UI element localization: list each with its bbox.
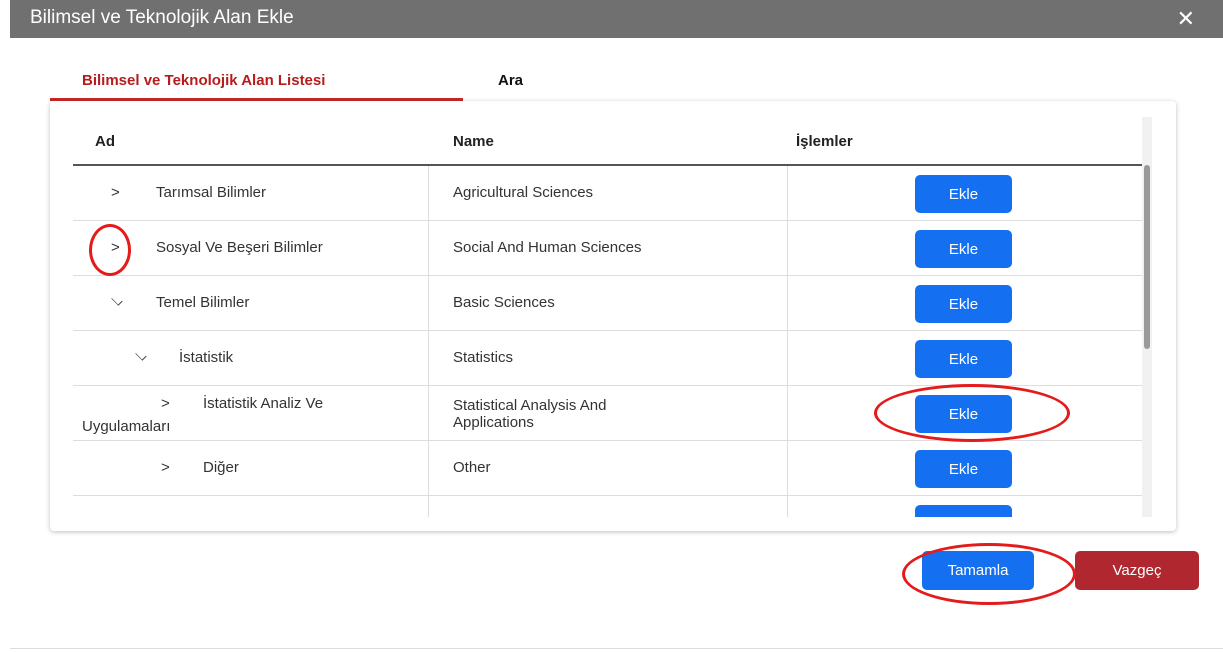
dialog-title: Bilimsel ve Teknolojik Alan Ekle	[30, 7, 294, 28]
vertical-scrollbar[interactable]	[1142, 117, 1152, 517]
complete-button[interactable]: Tamamla	[922, 551, 1034, 590]
cell-name: Statistical Analysis And Applications	[429, 386, 788, 440]
cell-name: Social And Human Sciences	[429, 221, 788, 275]
row-ad-text-continued: Uygulamaları	[82, 418, 171, 435]
field-table: Ad Name İşlemler > Tarımsal Bilimler Agr…	[73, 119, 1143, 517]
row-ad-text: İstatistik	[179, 349, 234, 366]
dialog-titlebar: Bilimsel ve Teknolojik Alan Ekle ✕	[10, 0, 1223, 38]
cancel-button[interactable]: Vazgeç	[1075, 551, 1199, 590]
chevron-right-icon[interactable]: >	[111, 239, 120, 256]
row-name-text: Social And Human Sciences	[453, 239, 642, 256]
scrollbar-thumb[interactable]	[1144, 165, 1150, 349]
cell-actions	[788, 496, 1143, 517]
table-row: > Tarımsal Bilimler Agricultural Science…	[73, 166, 1143, 221]
row-name-text: Statistics	[453, 349, 514, 366]
cell-actions: Ekle	[788, 276, 1143, 330]
tab-bar: Bilimsel ve Teknolojik Alan Listesi Ara	[50, 64, 1176, 102]
column-header-name: Name	[453, 133, 494, 150]
row-name-text: Agricultural Sciences	[453, 184, 594, 201]
cell-name: Agricultural Sciences	[429, 166, 788, 220]
bottom-divider	[10, 648, 1223, 649]
add-button[interactable]: Ekle	[915, 230, 1012, 268]
table-row	[73, 496, 1143, 517]
cell-actions: Ekle	[788, 441, 1143, 495]
table-row: > Diğer Other Ekle	[73, 441, 1143, 496]
column-header-ad: Ad	[95, 133, 115, 150]
table-row: İstatistik Statistics Ekle	[73, 331, 1143, 386]
column-header-islemler: İşlemler	[796, 133, 853, 150]
cell-ad: > Diğer	[73, 441, 429, 495]
cell-ad	[73, 496, 429, 517]
chevron-down-icon[interactable]	[135, 349, 147, 361]
tab-field-list[interactable]: Bilimsel ve Teknolojik Alan Listesi	[82, 72, 325, 89]
chevron-right-icon[interactable]: >	[161, 395, 170, 412]
row-name-text: Other	[453, 459, 491, 476]
cell-ad: İstatistik	[73, 331, 429, 385]
cell-ad: > Tarımsal Bilimler	[73, 166, 429, 220]
chevron-down-icon[interactable]	[111, 294, 123, 306]
add-button[interactable]: Ekle	[915, 285, 1012, 323]
cell-actions: Ekle	[788, 386, 1143, 440]
cell-actions: Ekle	[788, 221, 1143, 275]
add-button[interactable]: Ekle	[915, 450, 1012, 488]
table-header: Ad Name İşlemler	[73, 119, 1143, 166]
cell-ad: Temel Bilimler	[73, 276, 429, 330]
cell-ad: > İstatistik Analiz Ve Uygulamaları	[73, 386, 429, 440]
table-row: > İstatistik Analiz Ve Uygulamaları Stat…	[73, 386, 1143, 441]
row-name-text: Statistical Analysis And	[453, 397, 607, 414]
field-list-panel: Ad Name İşlemler > Tarımsal Bilimler Agr…	[50, 101, 1176, 531]
cell-name: Statistics	[429, 331, 788, 385]
chevron-right-icon[interactable]: >	[161, 459, 170, 476]
row-ad-text: İstatistik Analiz Ve	[203, 395, 324, 412]
add-button-partial[interactable]	[915, 505, 1012, 517]
add-button[interactable]: Ekle	[915, 395, 1012, 433]
chevron-right-icon[interactable]: >	[111, 184, 120, 201]
close-icon[interactable]: ✕	[1177, 6, 1195, 32]
row-ad-text: Diğer	[203, 459, 239, 476]
cell-ad: > Sosyal Ve Beşeri Bilimler	[73, 221, 429, 275]
row-ad-text: Temel Bilimler	[156, 294, 250, 311]
row-name-text: Basic Sciences	[453, 294, 555, 311]
add-field-dialog: Bilimsel ve Teknolojik Alan Ekle ✕ Bilim…	[0, 0, 1223, 653]
cell-actions: Ekle	[788, 166, 1143, 220]
tab-search[interactable]: Ara	[498, 72, 523, 89]
cell-actions: Ekle	[788, 331, 1143, 385]
row-name-text-continued: Applications	[453, 414, 534, 431]
cell-name: Basic Sciences	[429, 276, 788, 330]
row-ad-text: Tarımsal Bilimler	[156, 184, 267, 201]
add-button[interactable]: Ekle	[915, 340, 1012, 378]
add-button[interactable]: Ekle	[915, 175, 1012, 213]
table-row: Temel Bilimler Basic Sciences Ekle	[73, 276, 1143, 331]
row-ad-text: Sosyal Ve Beşeri Bilimler	[156, 239, 323, 256]
table-row: > Sosyal Ve Beşeri Bilimler Social And H…	[73, 221, 1143, 276]
cell-name	[429, 496, 788, 517]
cell-name: Other	[429, 441, 788, 495]
